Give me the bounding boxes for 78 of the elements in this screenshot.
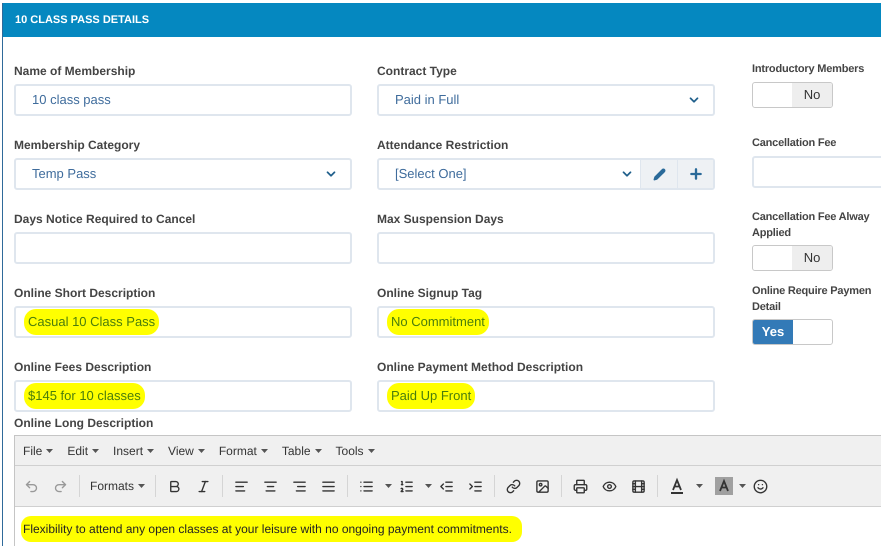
caret-icon (260, 448, 268, 452)
image-icon[interactable] (535, 478, 550, 494)
caret-icon (368, 448, 375, 452)
indent-icon[interactable] (468, 478, 484, 494)
select-field[interactable]: Paid in Full (377, 84, 715, 116)
caret-icon (198, 448, 205, 452)
print-icon[interactable] (573, 478, 588, 494)
field-value: Temp Pass (31, 165, 98, 184)
film-icon[interactable] (631, 478, 646, 494)
bullet-list-icon[interactable] (359, 478, 374, 494)
input-field[interactable]: No Commitment (377, 306, 715, 338)
field-label: Attendance Restriction (377, 137, 510, 153)
toggle-switch[interactable]: Yes (752, 319, 833, 345)
menu-item[interactable]: Tools (336, 442, 375, 460)
toggle-switch[interactable]: No (752, 82, 833, 108)
outdent-icon[interactable] (439, 478, 454, 494)
menu-item[interactable]: Insert (113, 442, 154, 460)
highlight-color-icon[interactable] (715, 477, 734, 495)
field-label: Name of Membership (14, 63, 136, 79)
eye-icon[interactable] (602, 478, 618, 494)
field-label: Days Notice Required to Cancel (14, 211, 196, 227)
align-center-icon[interactable] (263, 478, 278, 494)
menu-item[interactable]: File (23, 442, 54, 460)
align-left-icon[interactable] (234, 478, 250, 494)
caret-icon (138, 484, 146, 488)
toggle-label: No (792, 246, 832, 270)
italic-icon[interactable] (196, 478, 212, 494)
input-field[interactable]: 10 class pass (14, 84, 352, 116)
field-label: Membership Category (14, 137, 142, 153)
align-justify-icon[interactable] (321, 478, 336, 494)
field-value: $145 for 10 classes (24, 383, 145, 409)
input-field[interactable]: $145 for 10 classes (14, 380, 352, 412)
menu-item[interactable]: Table (282, 442, 322, 460)
caret-icon (46, 448, 54, 452)
caret-icon (314, 448, 322, 452)
link-icon[interactable] (506, 478, 522, 494)
field-label: Introductory Members (752, 62, 866, 77)
field-label: Online Require Paymen Detail (752, 284, 872, 315)
input-field[interactable] (752, 156, 881, 188)
menu-item[interactable]: Format (218, 442, 268, 460)
rich-text-editor[interactable]: File Edit Insert View Format Table Tools Formats Flexibility to attend any open classes at your leisure with no ongoing payment commitments. (14, 435, 881, 546)
caret-icon (425, 484, 432, 488)
field-label: Online Long Description (14, 415, 154, 431)
formats-dropdown[interactable]: Formats (84, 477, 152, 495)
panel-title: 10 CLASS PASS DETAILS (15, 12, 150, 28)
field-label: Online Fees Description (14, 359, 152, 375)
caret-icon (147, 448, 154, 452)
numbered-list-icon[interactable] (399, 478, 414, 494)
caret-icon (739, 484, 746, 488)
field-value: No Commitment (387, 309, 489, 335)
input-field[interactable]: Paid Up Front (377, 380, 715, 412)
menu-item[interactable]: Edit (67, 442, 100, 460)
toggle-switch[interactable]: No (752, 245, 833, 271)
input-field[interactable] (377, 232, 715, 264)
caret-icon (696, 484, 704, 488)
editor-content: Flexibility to attend any open classes at your leisure with no ongoing payment commitments. (21, 516, 522, 542)
field-value: 10 class pass (31, 91, 112, 110)
caret-icon (385, 484, 392, 488)
select-field[interactable]: Temp Pass (14, 158, 352, 190)
input-field[interactable] (14, 232, 352, 264)
field-label: Cancellation Fee (752, 136, 838, 151)
toggle-label: Yes (753, 320, 793, 344)
field-value: Paid Up Front (387, 383, 476, 409)
bold-icon[interactable] (167, 478, 182, 494)
field-label: Contract Type (377, 63, 458, 79)
input-field[interactable]: Casual 10 Class Pass (14, 306, 352, 338)
field-label: Online Short Description (14, 285, 156, 301)
toggle-label: No (792, 83, 832, 107)
align-right-icon[interactable] (292, 478, 308, 494)
field-label: Online Signup Tag (377, 285, 484, 301)
field-label: Online Payment Method Description (377, 359, 584, 375)
field-label: Max Suspension Days (377, 211, 505, 227)
emoji-icon[interactable] (753, 478, 768, 494)
field-value: Paid in Full (394, 91, 460, 110)
menu-item[interactable]: View (168, 442, 205, 460)
field-label: Cancellation Fee Alway Applied (752, 210, 870, 241)
caret-icon (92, 448, 100, 452)
field-value: Casual 10 Class Pass (24, 309, 160, 335)
